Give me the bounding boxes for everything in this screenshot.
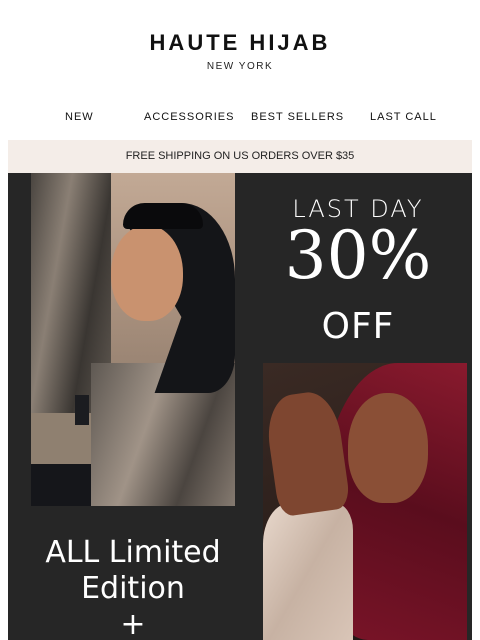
photo-blouse: [263, 503, 353, 640]
promo-limited-line2: Edition: [81, 571, 185, 606]
hero-promo[interactable]: LAST DAY 30% OFF ALL Limited Edition +: [8, 173, 472, 640]
nav-item-last-call[interactable]: LAST CALL: [370, 111, 437, 123]
nav-item-new[interactable]: NEW: [65, 111, 94, 123]
main-nav: NEW ACCESSORIES BEST SELLERS LAST CALL: [8, 111, 472, 127]
promo-limited-line1: ALL Limited: [45, 535, 221, 570]
promo-discount: 30%: [284, 217, 432, 294]
photo-headband: [123, 203, 203, 229]
brand-location: NEW YORK: [206, 61, 274, 72]
promo-plus: +: [120, 607, 146, 640]
photo-face: [348, 393, 428, 503]
shipping-banner[interactable]: FREE SHIPPING ON US ORDERS OVER $35: [8, 140, 472, 173]
model-photo-metallic-abaya[interactable]: [31, 173, 235, 506]
photo-label-tag: [75, 395, 89, 425]
nav-item-accessories[interactable]: ACCESSORIES: [144, 111, 234, 123]
model-photo-burgundy-hijab[interactable]: [263, 363, 467, 640]
photo-hand: [263, 388, 352, 518]
photo-face: [111, 225, 183, 321]
nav-item-best-sellers[interactable]: BEST SELLERS: [251, 111, 344, 123]
promo-off: OFF: [321, 306, 395, 347]
brand-logo[interactable]: HAUTE HIJAB: [0, 30, 480, 56]
